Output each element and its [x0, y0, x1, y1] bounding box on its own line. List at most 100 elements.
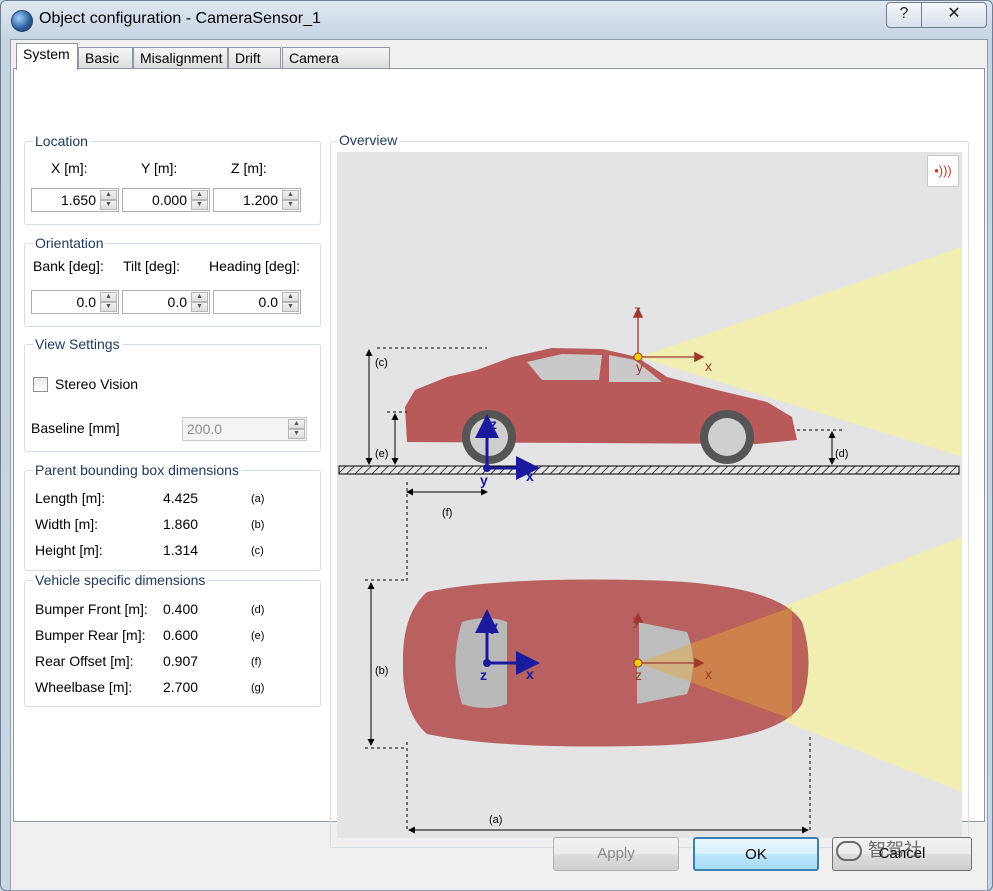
vehicle-diagram: [338, 247, 962, 834]
heading-label: Heading [deg]:: [209, 258, 301, 274]
wheelbase-label: Wheelbase [m]:: [35, 679, 133, 695]
stereo-vision-label[interactable]: Stereo Vision: [55, 376, 138, 392]
top-sensor-z-label: z: [635, 667, 642, 683]
bank-down-arrow-icon[interactable]: ▼: [100, 302, 117, 312]
height-value: 1.314: [163, 542, 199, 558]
height-ref: (c): [251, 545, 264, 557]
bumper-front-ref: (d): [251, 604, 265, 616]
close-button[interactable]: ✕: [921, 2, 987, 28]
location-group: Location X [m]: Y [m]: Z [m]: 1.650 ▲ ▼ 0…: [24, 133, 321, 225]
bumper-front-value: 0.400: [163, 601, 199, 617]
heading-value: 0.0: [258, 294, 278, 310]
width-label: Width [m]:: [35, 516, 99, 532]
overview-title: Overview: [337, 132, 400, 148]
heading-spinbox[interactable]: 0.0 ▲ ▼: [213, 290, 301, 314]
location-title: Location: [33, 133, 90, 149]
z-spinbox[interactable]: 1.200 ▲ ▼: [213, 188, 301, 212]
overview-group: Overview (c) (e) (d) (f) (b) (a) z x y z…: [330, 132, 969, 848]
tab-drift[interactable]: Drift: [228, 47, 281, 69]
dialog-client: System Basic Misalignment Drift Camera E…: [10, 39, 988, 891]
tilt-down-arrow-icon[interactable]: ▼: [191, 302, 208, 312]
title-bar[interactable]: Object configuration - CameraSensor_1 ? …: [1, 1, 992, 37]
dim-e-label: (e): [375, 448, 389, 460]
heading-up-arrow-icon[interactable]: ▲: [282, 292, 299, 302]
side-vehicle-z-label: z: [490, 416, 497, 432]
baseline-label: Baseline [mm]: [31, 420, 120, 436]
baseline-down-arrow-icon: ▼: [288, 429, 305, 439]
bumper-rear-ref: (e): [251, 630, 265, 642]
apply-button[interactable]: Apply: [553, 837, 679, 871]
wheelbase-ref: (g): [251, 682, 265, 694]
tilt-value: 0.0: [167, 294, 187, 310]
ok-button[interactable]: OK: [693, 837, 819, 871]
orientation-group: Orientation Bank [deg]: Tilt [deg]: Head…: [24, 235, 321, 327]
tilt-spinbox[interactable]: 0.0 ▲ ▼: [122, 290, 210, 314]
help-button[interactable]: ?: [886, 2, 922, 28]
x-spinbox[interactable]: 1.650 ▲ ▼: [31, 188, 119, 212]
bank-spinbox[interactable]: 0.0 ▲ ▼: [31, 290, 119, 314]
width-value: 1.860: [163, 516, 199, 532]
y-value: 0.000: [151, 192, 187, 208]
tab-system[interactable]: System: [16, 43, 78, 70]
height-label: Height [m]:: [35, 542, 103, 558]
top-vehicle-y-label: y: [490, 618, 498, 634]
view-settings-group: View Settings Stereo Vision Baseline [mm…: [24, 336, 321, 452]
tab-camera-effects[interactable]: Camera Effects: [282, 47, 390, 87]
rear-offset-ref: (f): [251, 656, 262, 668]
parent-bbox-group: Parent bounding box dimensions Length [m…: [24, 462, 321, 571]
vehicle-dims-title: Vehicle specific dimensions: [33, 572, 208, 588]
y-label: Y [m]:: [141, 160, 178, 176]
bumper-rear-label: Bumper Rear [m]:: [35, 627, 146, 643]
system-tab-page: Location X [m]: Y [m]: Z [m]: 1.650 ▲ ▼ 0…: [13, 68, 985, 848]
orientation-title: Orientation: [33, 235, 106, 251]
rear-offset-label: Rear Offset [m]:: [35, 653, 134, 669]
side-vehicle-x-label: x: [526, 468, 534, 484]
top-view-car: [402, 579, 809, 747]
length-value: 4.425: [163, 490, 199, 506]
y-up-arrow-icon[interactable]: ▲: [191, 190, 208, 200]
view-settings-title: View Settings: [33, 336, 122, 352]
watermark-text: 智驾社: [868, 840, 922, 860]
width-ref: (b): [251, 519, 265, 531]
top-sensor-y-label: y: [633, 612, 640, 628]
baseline-spinbox: 200.0 ▲ ▼: [182, 417, 307, 441]
side-sensor-x-label: x: [705, 358, 712, 374]
dim-a-label: (a): [489, 814, 503, 826]
rear-offset-value: 0.907: [163, 653, 199, 669]
heading-down-arrow-icon[interactable]: ▼: [282, 302, 299, 312]
length-ref: (a): [251, 493, 265, 505]
tab-misalignment[interactable]: Misalignment: [133, 47, 228, 69]
tilt-up-arrow-icon[interactable]: ▲: [191, 292, 208, 302]
bumper-rear-value: 0.600: [163, 627, 199, 643]
tab-basic[interactable]: Basic: [78, 47, 133, 69]
wheelbase-value: 2.700: [163, 679, 199, 695]
stereo-vision-checkbox[interactable]: [33, 377, 48, 392]
wechat-icon: [836, 841, 862, 862]
y-spinbox[interactable]: 0.000 ▲ ▼: [122, 188, 210, 212]
side-sensor-y-label: y: [636, 359, 643, 375]
bank-value: 0.0: [76, 294, 96, 310]
side-sensor-z-label: z: [634, 302, 641, 318]
dialog-window: Object configuration - CameraSensor_1 ? …: [0, 0, 993, 891]
vehicle-dims-group: Vehicle specific dimensions Bumper Front…: [24, 572, 321, 707]
y-down-arrow-icon[interactable]: ▼: [191, 200, 208, 210]
z-up-arrow-icon[interactable]: ▲: [282, 190, 299, 200]
x-down-arrow-icon[interactable]: ▼: [100, 200, 117, 210]
globe-icon: [11, 10, 33, 32]
x-up-arrow-icon[interactable]: ▲: [100, 190, 117, 200]
x-value: 1.650: [60, 192, 96, 208]
top-sensor-x-label: x: [705, 666, 712, 682]
z-down-arrow-icon[interactable]: ▼: [282, 200, 299, 210]
top-vehicle-z-label: z: [480, 667, 487, 683]
dim-c-label: (c): [375, 357, 388, 369]
baseline-up-arrow-icon: ▲: [288, 419, 305, 429]
window-title: Object configuration - CameraSensor_1: [39, 10, 321, 27]
sensor-signal-icon[interactable]: •))): [927, 155, 959, 187]
parent-bbox-title: Parent bounding box dimensions: [33, 462, 241, 478]
baseline-value: 200.0: [187, 421, 223, 437]
dim-b-label: (b): [375, 665, 389, 677]
dim-d-label: (d): [835, 448, 849, 460]
bank-label: Bank [deg]:: [33, 258, 104, 274]
bank-up-arrow-icon[interactable]: ▲: [100, 292, 117, 302]
tilt-label: Tilt [deg]:: [123, 258, 181, 274]
